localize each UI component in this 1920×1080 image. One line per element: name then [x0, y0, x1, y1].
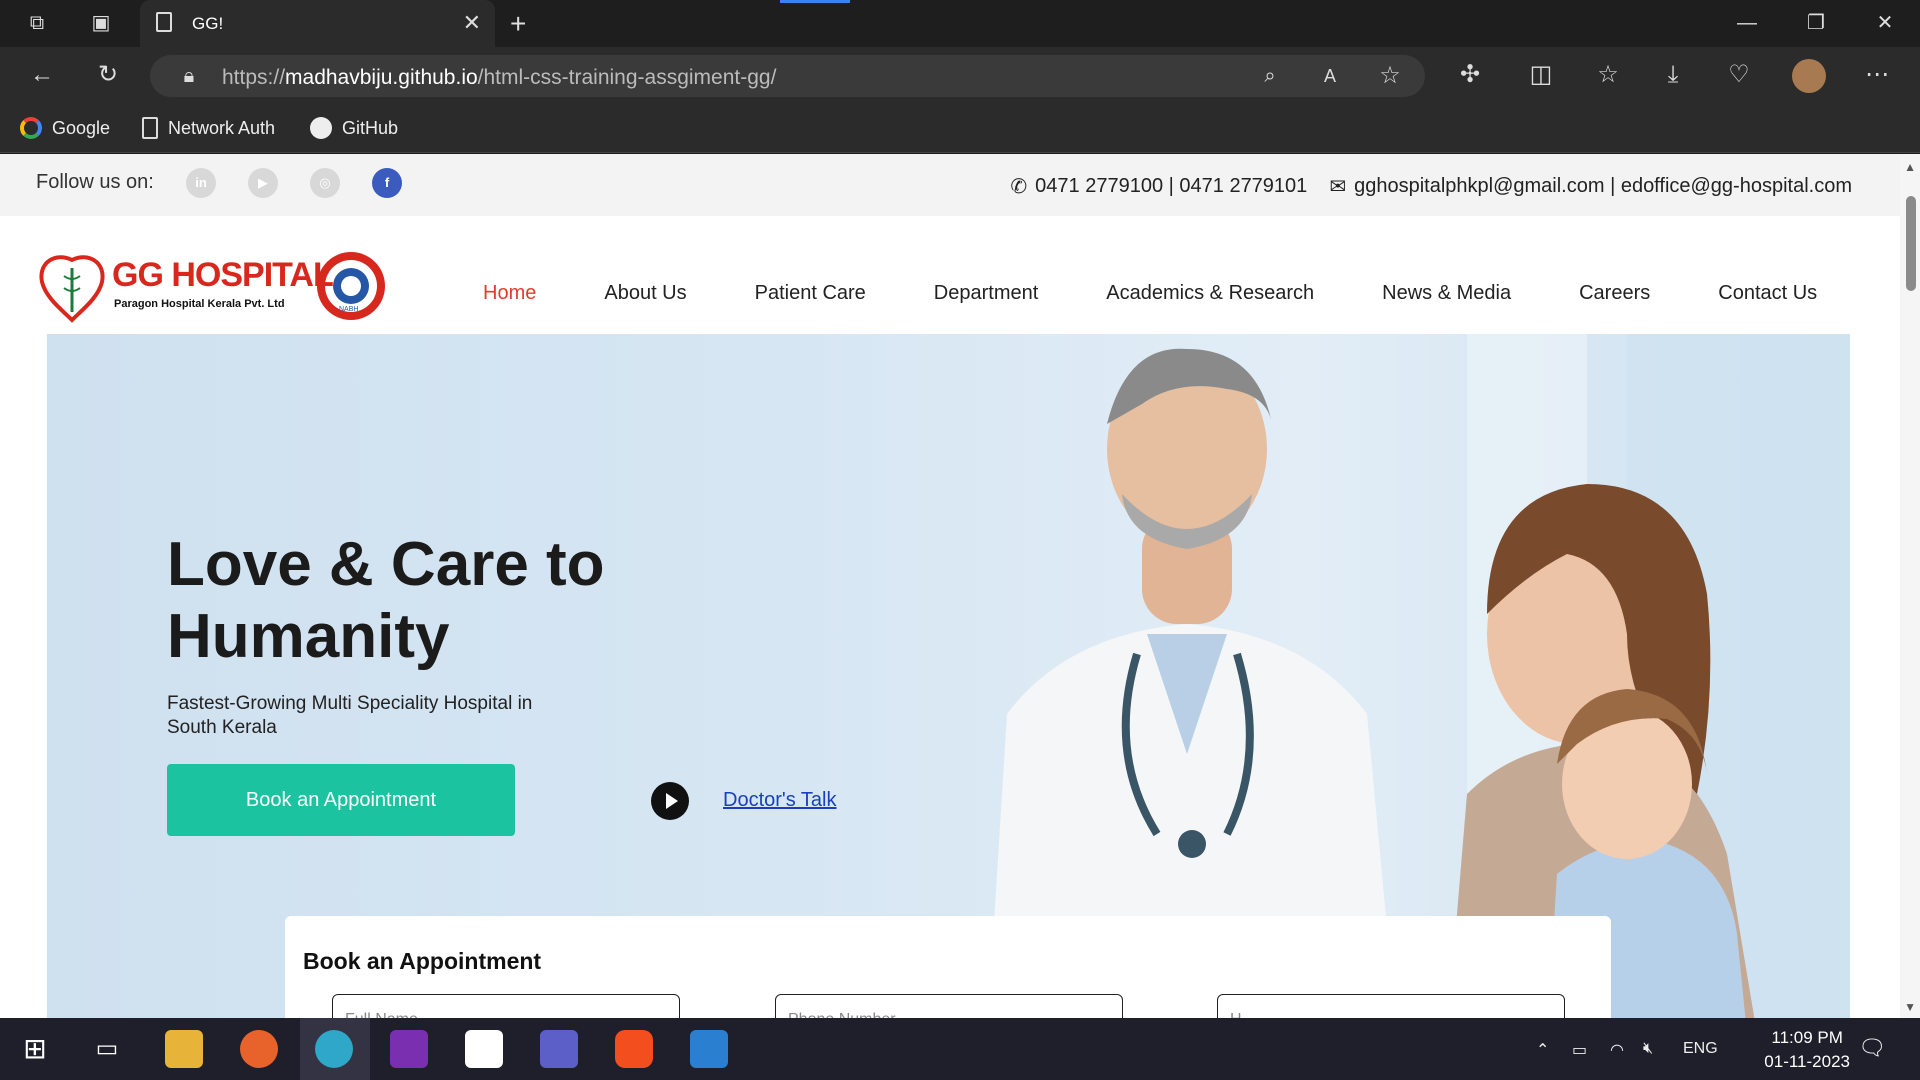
- nav-careers[interactable]: Careers: [1579, 282, 1650, 305]
- url-text: https://madhavbiju.github.io/html-css-tr…: [222, 66, 777, 89]
- new-tab-button[interactable]: +: [510, 8, 526, 40]
- file-explorer-icon[interactable]: [165, 1030, 203, 1068]
- phone-numbers[interactable]: 0471 2779100 | 0471 2779101: [1035, 175, 1307, 198]
- nabh-badge: NABH: [339, 306, 359, 313]
- more-menu-icon[interactable]: ⋯: [1862, 61, 1892, 89]
- browser-tab-strip: ⧉ ▣ GG! ✕ + — ❐ ✕: [0, 0, 1920, 47]
- window-close-icon[interactable]: ✕: [1874, 12, 1896, 34]
- bookmark-label: GitHub: [342, 117, 399, 138]
- downloads-icon[interactable]: ⤓: [1658, 61, 1688, 89]
- split-screen-icon[interactable]: ◫: [1526, 61, 1556, 89]
- appointment-form-title: Book an Appointment: [303, 948, 542, 974]
- language-indicator[interactable]: ENG: [1683, 1040, 1718, 1058]
- chevron-up-icon[interactable]: ⌃: [1536, 1040, 1549, 1060]
- volume-muted-icon[interactable]: 🔇︎: [1643, 1040, 1653, 1058]
- phone-number-field[interactable]: Phone Number: [775, 994, 1123, 1018]
- contact-info: ✆ 0471 2779100 | 0471 2779101 ✉ gghospit…: [1010, 174, 1852, 199]
- clock[interactable]: 11:09 PM 01-11-2023: [1764, 1026, 1850, 1074]
- page-viewport: Follow us on: in ▶ ◎ f ✆ 0471 2779100 | …: [0, 154, 1920, 1018]
- scroll-thumb[interactable]: [1906, 196, 1916, 291]
- bookmark-github[interactable]: GitHub: [310, 117, 398, 139]
- minimize-icon[interactable]: —: [1736, 12, 1758, 34]
- bookmarks-bar: Google Network Auth GitHub: [0, 105, 1920, 153]
- book-appointment-button[interactable]: Book an Appointment: [167, 764, 515, 836]
- scroll-down-icon[interactable]: ▼: [1904, 1000, 1916, 1014]
- full-name-field[interactable]: Full Name: [332, 994, 680, 1018]
- tab-actions-icon[interactable]: ▣: [90, 12, 112, 34]
- contact-topbar: Follow us on: in ▶ ◎ f ✆ 0471 2779100 | …: [0, 154, 1900, 216]
- mail-app-icon[interactable]: [465, 1030, 503, 1068]
- bookmark-google[interactable]: Google: [20, 117, 110, 139]
- nav-academics-research[interactable]: Academics & Research: [1106, 282, 1314, 305]
- browser-tab-active[interactable]: GG! ✕: [140, 0, 495, 47]
- hero-subtitle: Fastest-Growing Multi Speciality Hospita…: [167, 693, 533, 738]
- nav-department[interactable]: Department: [934, 282, 1039, 305]
- favorite-star-icon[interactable]: ☆: [1375, 62, 1405, 90]
- figma-icon[interactable]: [615, 1030, 653, 1068]
- favorites-icon[interactable]: ☆: [1593, 61, 1623, 89]
- nav-patient-care[interactable]: Patient Care: [755, 282, 866, 305]
- logo-tagline: Paragon Hospital Kerala Pvt. Ltd: [114, 298, 285, 310]
- clock-date: 01-11-2023: [1764, 1052, 1850, 1071]
- windows-start-icon[interactable]: ⊞: [16, 1030, 54, 1068]
- nav-news-media[interactable]: News & Media: [1382, 282, 1511, 305]
- battery-icon[interactable]: ▭: [1572, 1040, 1587, 1060]
- read-aloud-icon[interactable]: A: [1315, 62, 1345, 90]
- profile-avatar[interactable]: [1792, 59, 1826, 93]
- bookmark-label: Network Auth: [168, 117, 276, 138]
- bookmark-label: Google: [52, 117, 111, 138]
- page-scrollbar[interactable]: ▲ ▼: [1900, 154, 1920, 1018]
- hero-banner: Love & Care to Humanity Fastest-Growing …: [47, 334, 1850, 1018]
- task-view-icon[interactable]: ▭: [88, 1030, 126, 1068]
- firefox-icon[interactable]: [240, 1030, 278, 1068]
- restore-icon[interactable]: ❐: [1805, 12, 1827, 34]
- tab-title: GG!: [192, 14, 224, 33]
- vscode-icon[interactable]: [690, 1030, 728, 1068]
- scroll-up-icon[interactable]: ▲: [1904, 160, 1916, 174]
- hospital-logo[interactable]: GG HOSPITAL Paragon Hospital Kerala Pvt.…: [36, 246, 388, 326]
- main-navigation: GG HOSPITAL Paragon Hospital Kerala Pvt.…: [0, 216, 1900, 334]
- google-icon: [20, 117, 42, 139]
- page-load-indicator: [780, 0, 850, 3]
- notifications-icon[interactable]: 🗨︎: [1858, 1035, 1886, 1061]
- address-bar[interactable]: 🔒︎ https://madhavbiju.github.io/html-css…: [150, 55, 1425, 97]
- facebook-icon[interactable]: f: [372, 168, 402, 198]
- play-icon[interactable]: [651, 782, 689, 820]
- appointment-form-card: Book an Appointment Full Name Phone Numb…: [285, 916, 1611, 1018]
- date-field[interactable]: H: [1217, 994, 1565, 1018]
- clock-time: 11:09 PM: [1771, 1028, 1843, 1047]
- instagram-icon[interactable]: ◎: [310, 168, 340, 198]
- browser-essentials-icon[interactable]: ♡: [1724, 61, 1754, 89]
- youtube-icon[interactable]: ▶: [248, 168, 278, 198]
- linkedin-icon[interactable]: in: [186, 168, 216, 198]
- nav-about-us[interactable]: About Us: [604, 282, 686, 305]
- mail-icon: ✉: [1329, 176, 1347, 198]
- logo-text: GG HOSPITAL: [112, 256, 334, 294]
- nav-home[interactable]: Home: [483, 282, 536, 305]
- edge-icon[interactable]: [315, 1030, 353, 1068]
- browser-toolbar: ← ↻ 🔒︎ https://madhavbiju.github.io/html…: [0, 47, 1920, 105]
- wifi-icon[interactable]: ◠: [1610, 1040, 1624, 1060]
- hero-title: Love & Care to Humanity: [167, 530, 605, 671]
- email-addresses[interactable]: gghospitalphkpl@gmail.com | edoffice@gg-…: [1354, 175, 1852, 198]
- extensions-icon[interactable]: ✣: [1455, 61, 1485, 89]
- zoom-icon[interactable]: ⌕: [1255, 62, 1285, 90]
- github-icon: [310, 117, 332, 139]
- nav-contact-us[interactable]: Contact Us: [1718, 282, 1817, 305]
- back-icon[interactable]: ←: [27, 61, 57, 89]
- teams-icon[interactable]: [540, 1030, 578, 1068]
- close-icon[interactable]: ✕: [463, 10, 481, 36]
- refresh-icon[interactable]: ↻: [93, 61, 123, 89]
- phone-icon: ✆: [1010, 176, 1028, 198]
- document-icon: [142, 117, 158, 139]
- bookmark-network-auth[interactable]: Network Auth: [142, 117, 275, 139]
- follow-label: Follow us on:: [36, 171, 154, 193]
- workspaces-icon[interactable]: ⧉: [26, 12, 48, 34]
- lock-icon[interactable]: 🔒︎: [174, 62, 204, 90]
- onenote-icon[interactable]: [390, 1030, 428, 1068]
- windows-taskbar: ⊞ ▭ ⌃ ▭ ◠ 🔇︎ ENG 11:09 PM 01-11-2023 🗨︎: [0, 1018, 1920, 1080]
- document-icon: [156, 12, 172, 32]
- nav-menu: Home About Us Patient Care Department Ac…: [483, 282, 1817, 305]
- doctors-talk-link[interactable]: Doctor's Talk: [723, 789, 837, 812]
